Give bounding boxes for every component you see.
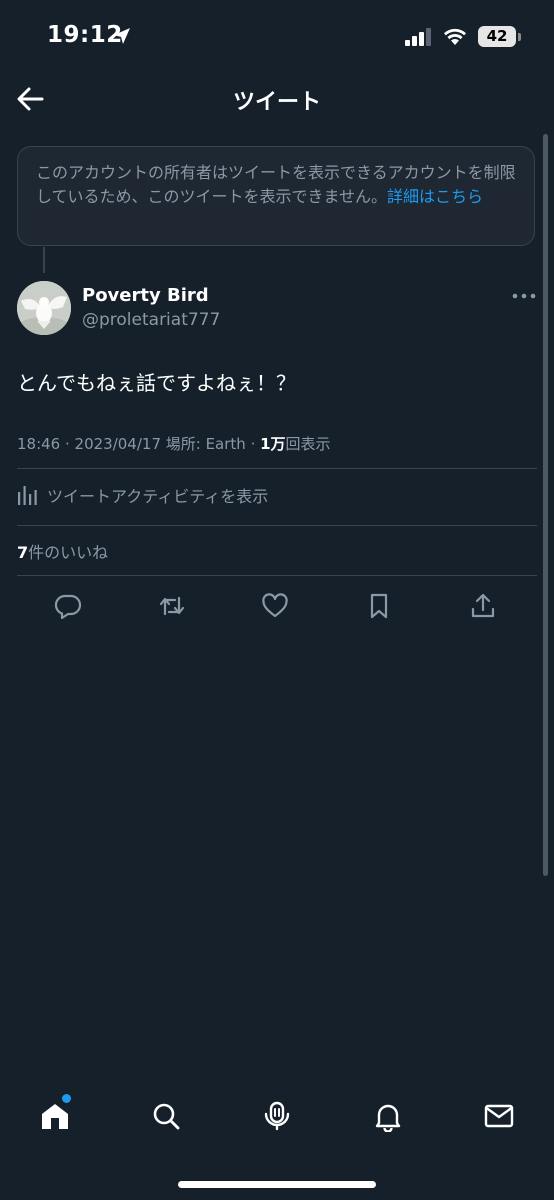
tweet-timestamp: 18:46 · 2023/04/17 場所: Earth ·	[17, 435, 261, 453]
tweet-activity-button[interactable]: ツイートアクティビティを表示	[17, 478, 268, 512]
tweet-text: とんでもねぇ話ですよねぇ！？	[17, 371, 296, 395]
spaces-icon	[264, 1101, 290, 1131]
avatar[interactable]	[17, 281, 71, 335]
scroll-indicator[interactable]	[543, 134, 548, 876]
location-arrow-icon	[114, 28, 130, 44]
restricted-tweet-notice: このアカウントの所有者はツイートを表示できるアカウントを制限しているため、このツ…	[17, 146, 535, 246]
thread-connector-line	[43, 247, 45, 273]
notifications-icon	[375, 1104, 401, 1132]
likes-label: 件のいいね	[28, 543, 109, 562]
tab-messages[interactable]	[477, 1092, 521, 1140]
tweet-activity-label: ツイートアクティビティを表示	[47, 487, 269, 506]
unread-dot	[62, 1094, 71, 1103]
share-button[interactable]	[463, 588, 503, 624]
tweet-detail-screen: 19:12 42 ツイート このアカウントの所有者はツイートを表示できるアカウン…	[0, 0, 554, 1200]
messages-icon	[484, 1104, 514, 1128]
likes-count: 7	[17, 543, 29, 562]
battery-cap	[518, 33, 521, 41]
bird-avatar-image	[17, 281, 71, 335]
divider	[17, 468, 537, 469]
divider	[17, 525, 537, 526]
home-icon	[42, 1104, 68, 1129]
divider	[17, 575, 537, 576]
reply-icon	[54, 594, 82, 620]
author-display-name[interactable]: Poverty Bird	[82, 285, 209, 306]
like-icon	[262, 593, 288, 618]
tab-notifications[interactable]	[366, 1092, 410, 1140]
bookmark-button[interactable]	[359, 588, 399, 624]
home-indicator[interactable]	[178, 1181, 376, 1188]
cellular-signal-icon	[405, 28, 431, 46]
likes-count-link[interactable]: 7件のいいね	[17, 539, 108, 563]
nav-bar: ツイート	[0, 70, 554, 128]
retweet-icon	[159, 596, 185, 616]
bottom-tab-bar	[0, 1092, 554, 1142]
tweet-metadata: 18:46 · 2023/04/17 場所: Earth · 1万回表示	[17, 433, 331, 454]
analytics-icon	[18, 486, 37, 505]
bookmark-icon	[370, 593, 388, 619]
like-button[interactable]	[255, 588, 295, 624]
share-icon	[471, 593, 495, 618]
views-count: 1万	[260, 435, 286, 453]
views-label: 回表示	[285, 435, 331, 453]
tab-spaces[interactable]	[255, 1092, 299, 1140]
tab-home[interactable]	[33, 1092, 77, 1140]
page-title: ツイート	[232, 90, 321, 115]
more-options-icon[interactable]	[511, 286, 537, 306]
author-handle[interactable]: @proletariat777	[82, 310, 220, 330]
status-bar: 19:12 42	[0, 0, 554, 70]
retweet-button[interactable]	[152, 588, 192, 624]
battery-icon: 42	[478, 26, 516, 47]
search-icon	[153, 1103, 180, 1130]
wifi-icon	[444, 28, 466, 45]
tab-search[interactable]	[144, 1092, 188, 1140]
tweet-actions-bar	[0, 588, 554, 628]
learn-more-link[interactable]: 詳細はこちら	[387, 187, 483, 206]
reply-button[interactable]	[48, 588, 88, 624]
